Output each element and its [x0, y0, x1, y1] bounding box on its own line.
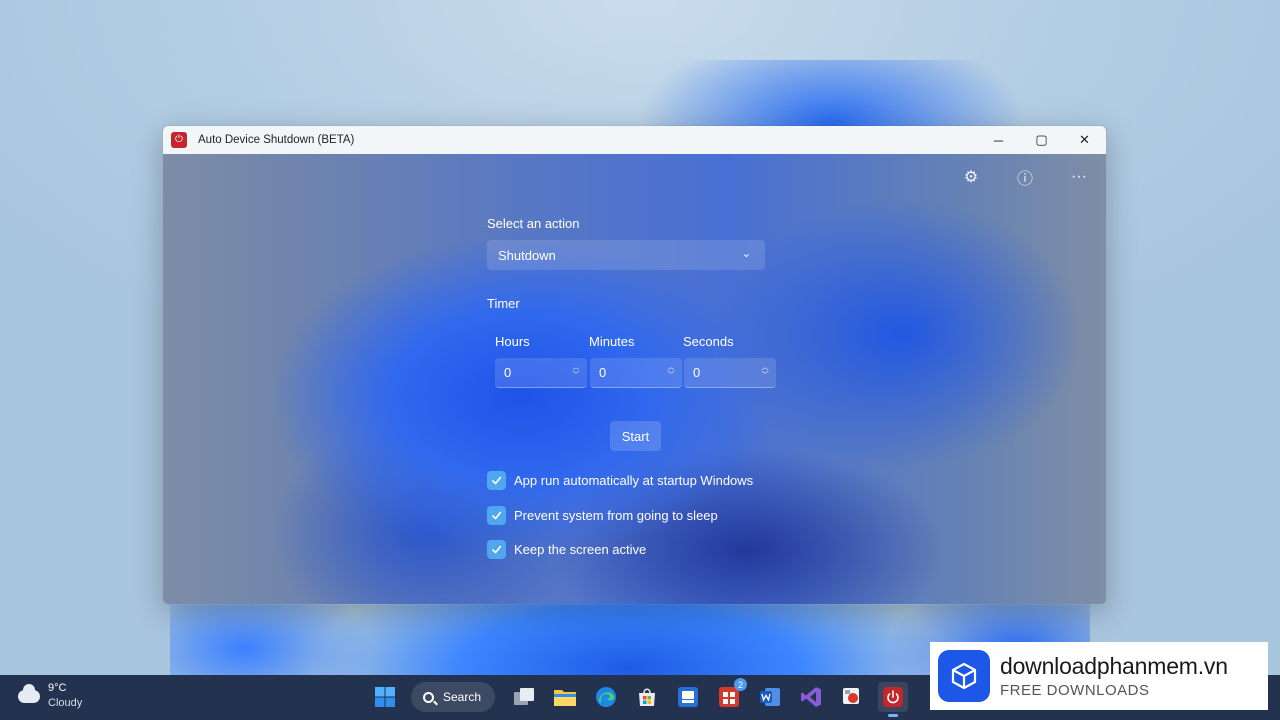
title-bar[interactable]: ⏻ Auto Device Shutdown (BETA) ─ ▢ ✕ [163, 126, 1106, 154]
active-indicator [888, 714, 898, 717]
weather-widget[interactable]: 9°C Cloudy [18, 681, 82, 711]
minutes-label: Minutes [589, 334, 635, 349]
seconds-input[interactable]: 0 ︿ ﹀ [684, 358, 776, 388]
window-controls: ─ ▢ ✕ [977, 126, 1106, 154]
prevent-sleep-option[interactable]: Prevent system from going to sleep [487, 506, 718, 525]
cube-logo-icon [938, 650, 990, 702]
power-icon: ⏻ [171, 132, 187, 148]
app-window: ⏻ Auto Device Shutdown (BETA) ─ ▢ ✕ ⚙ ⓘ … [162, 125, 1107, 605]
checkbox-checked-icon[interactable] [487, 540, 506, 559]
minutes-value: 0 [599, 365, 607, 380]
hours-spinner-icon[interactable]: ︿ ﹀ [571, 363, 581, 381]
keep-screen-option[interactable]: Keep the screen active [487, 540, 646, 559]
app-content: ⚙ ⓘ ··· Select an action Shutdown ⌄ Time… [163, 154, 1106, 604]
weather-temp: 9°C [48, 682, 67, 694]
file-explorer-icon[interactable] [550, 682, 580, 712]
seconds-spinner-icon[interactable]: ︿ ﹀ [760, 363, 770, 381]
snipping-tool-icon[interactable] [837, 682, 867, 712]
minutes-spinner-icon[interactable]: ︿ ﹀ [666, 363, 676, 381]
more-options-icon[interactable]: ··· [1052, 166, 1106, 188]
settings-icon[interactable]: ⚙ [944, 166, 998, 188]
office-icon[interactable]: 2 [714, 678, 747, 712]
taskbar-apps: Search 2 [370, 678, 919, 717]
action-dropdown[interactable]: Shutdown ⌄ [487, 240, 765, 270]
search-icon [423, 691, 434, 703]
seconds-value: 0 [693, 365, 701, 380]
startup-option[interactable]: App run automatically at startup Windows [487, 471, 753, 490]
word-icon[interactable] [755, 682, 785, 712]
bus-app-icon[interactable] [673, 682, 703, 712]
top-toolbar: ⚙ ⓘ ··· [944, 166, 1106, 188]
hours-label: Hours [495, 334, 530, 349]
minimize-button[interactable]: ─ [977, 126, 1020, 154]
windows-start-icon[interactable] [370, 682, 400, 712]
watermark-title: downloadphanmem.vn [1000, 653, 1228, 679]
watermark-banner: downloadphanmem.vn FREE DOWNLOADS [930, 642, 1268, 710]
startup-option-label: App run automatically at startup Windows [514, 473, 754, 488]
checkbox-checked-icon[interactable] [487, 471, 506, 490]
hours-value: 0 [504, 365, 512, 380]
visual-studio-icon[interactable] [796, 682, 826, 712]
notification-badge: 2 [734, 678, 747, 691]
start-button[interactable]: Start [610, 421, 661, 451]
hours-input[interactable]: 0 ︿ ﹀ [495, 358, 587, 388]
seconds-label: Seconds [683, 334, 734, 349]
prevent-sleep-option-label: Prevent system from going to sleep [514, 508, 718, 523]
search-label: Search [443, 690, 482, 704]
maximize-button[interactable]: ▢ [1020, 126, 1063, 154]
window-title: Auto Device Shutdown (BETA) [198, 134, 355, 146]
store-icon[interactable] [632, 682, 662, 712]
checkbox-checked-icon[interactable] [487, 506, 506, 525]
auto-shutdown-taskbar-icon[interactable] [878, 682, 908, 717]
watermark-subtitle: FREE DOWNLOADS [1000, 682, 1150, 699]
chevron-down-icon: ⌄ [741, 248, 751, 260]
action-dropdown-value: Shutdown [498, 247, 556, 263]
info-icon[interactable]: ⓘ [998, 166, 1052, 188]
weather-desc: Cloudy [48, 697, 83, 709]
keep-screen-option-label: Keep the screen active [514, 542, 647, 557]
minutes-input[interactable]: 0 ︿ ﹀ [590, 358, 682, 388]
cloud-icon [18, 683, 40, 703]
action-label: Select an action [487, 216, 580, 231]
close-button[interactable]: ✕ [1063, 126, 1106, 154]
timer-label: Timer [487, 296, 520, 311]
edge-icon[interactable] [591, 682, 621, 712]
taskbar-search[interactable]: Search [411, 682, 495, 712]
task-view-icon[interactable] [509, 682, 539, 712]
